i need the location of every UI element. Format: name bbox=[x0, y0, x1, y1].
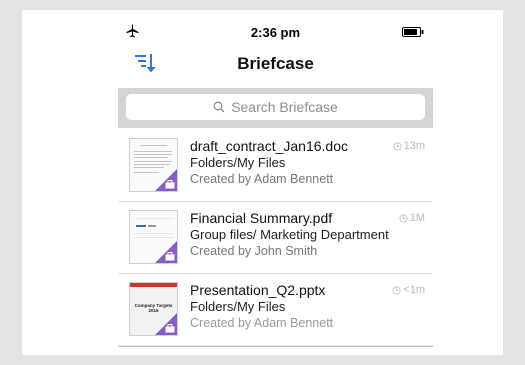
list-item[interactable]: draft_contract_Jan16.doc Folders/My File… bbox=[118, 130, 433, 202]
file-path: Folders/My Files bbox=[190, 155, 286, 170]
file-name: Financial Summary.pdf bbox=[190, 210, 333, 226]
search-bar: Search Briefcase bbox=[118, 88, 433, 128]
file-age: 1M bbox=[399, 212, 425, 224]
search-icon bbox=[213, 101, 225, 113]
file-creator: Created by Adam Bennett bbox=[190, 172, 334, 186]
briefcase-icon bbox=[165, 252, 175, 261]
file-age: <1m bbox=[392, 284, 425, 296]
nav-bar: Briefcase bbox=[118, 44, 433, 88]
file-creator: Created by John Smith bbox=[190, 244, 318, 258]
file-list: draft_contract_Jan16.doc Folders/My File… bbox=[118, 130, 433, 346]
battery-icon bbox=[402, 27, 424, 37]
page-title: Briefcase bbox=[237, 54, 314, 73]
file-age-text: <1m bbox=[403, 284, 425, 296]
clock-icon bbox=[399, 213, 408, 223]
thumbnail-title: Company Targets 2016 bbox=[134, 303, 173, 313]
file-info: Financial Summary.pdf Group files/ Marke… bbox=[190, 210, 426, 258]
screenshot-frame: 2:36 pm Briefcase Search Briefcase draft… bbox=[0, 0, 525, 365]
pptx-thumbnail: Company Targets 2016 bbox=[129, 282, 178, 336]
file-path: Folders/My Files bbox=[190, 299, 286, 314]
pdf-thumbnail bbox=[129, 210, 178, 264]
file-creator: Created by Adam Bennett bbox=[190, 316, 334, 330]
file-info: draft_contract_Jan16.doc Folders/My File… bbox=[190, 138, 426, 186]
briefcase-icon bbox=[165, 180, 175, 189]
search-input[interactable]: Search Briefcase bbox=[126, 94, 425, 120]
phone-screen: 2:36 pm Briefcase Search Briefcase draft… bbox=[118, 22, 433, 347]
file-name: draft_contract_Jan16.doc bbox=[190, 138, 348, 154]
search-placeholder: Search Briefcase bbox=[231, 99, 338, 115]
status-time: 2:36 pm bbox=[250, 25, 301, 40]
file-age: 13m bbox=[393, 140, 425, 152]
list-item[interactable]: Company Targets 2016 Presentation_Q2.ppt… bbox=[118, 274, 433, 346]
file-name: Presentation_Q2.pptx bbox=[190, 282, 326, 298]
doc-thumbnail bbox=[129, 138, 178, 192]
status-bar: 2:36 pm bbox=[118, 22, 433, 42]
briefcase-icon bbox=[165, 324, 175, 333]
list-item[interactable]: Financial Summary.pdf Group files/ Marke… bbox=[118, 202, 433, 274]
file-age-text: 1M bbox=[409, 212, 425, 224]
file-path: Group files/ Marketing Department bbox=[190, 227, 389, 242]
file-info: Presentation_Q2.pptx Folders/My Files Cr… bbox=[190, 282, 426, 330]
clock-icon bbox=[393, 141, 402, 151]
file-age-text: 13m bbox=[403, 140, 425, 152]
clock-icon bbox=[392, 285, 401, 295]
